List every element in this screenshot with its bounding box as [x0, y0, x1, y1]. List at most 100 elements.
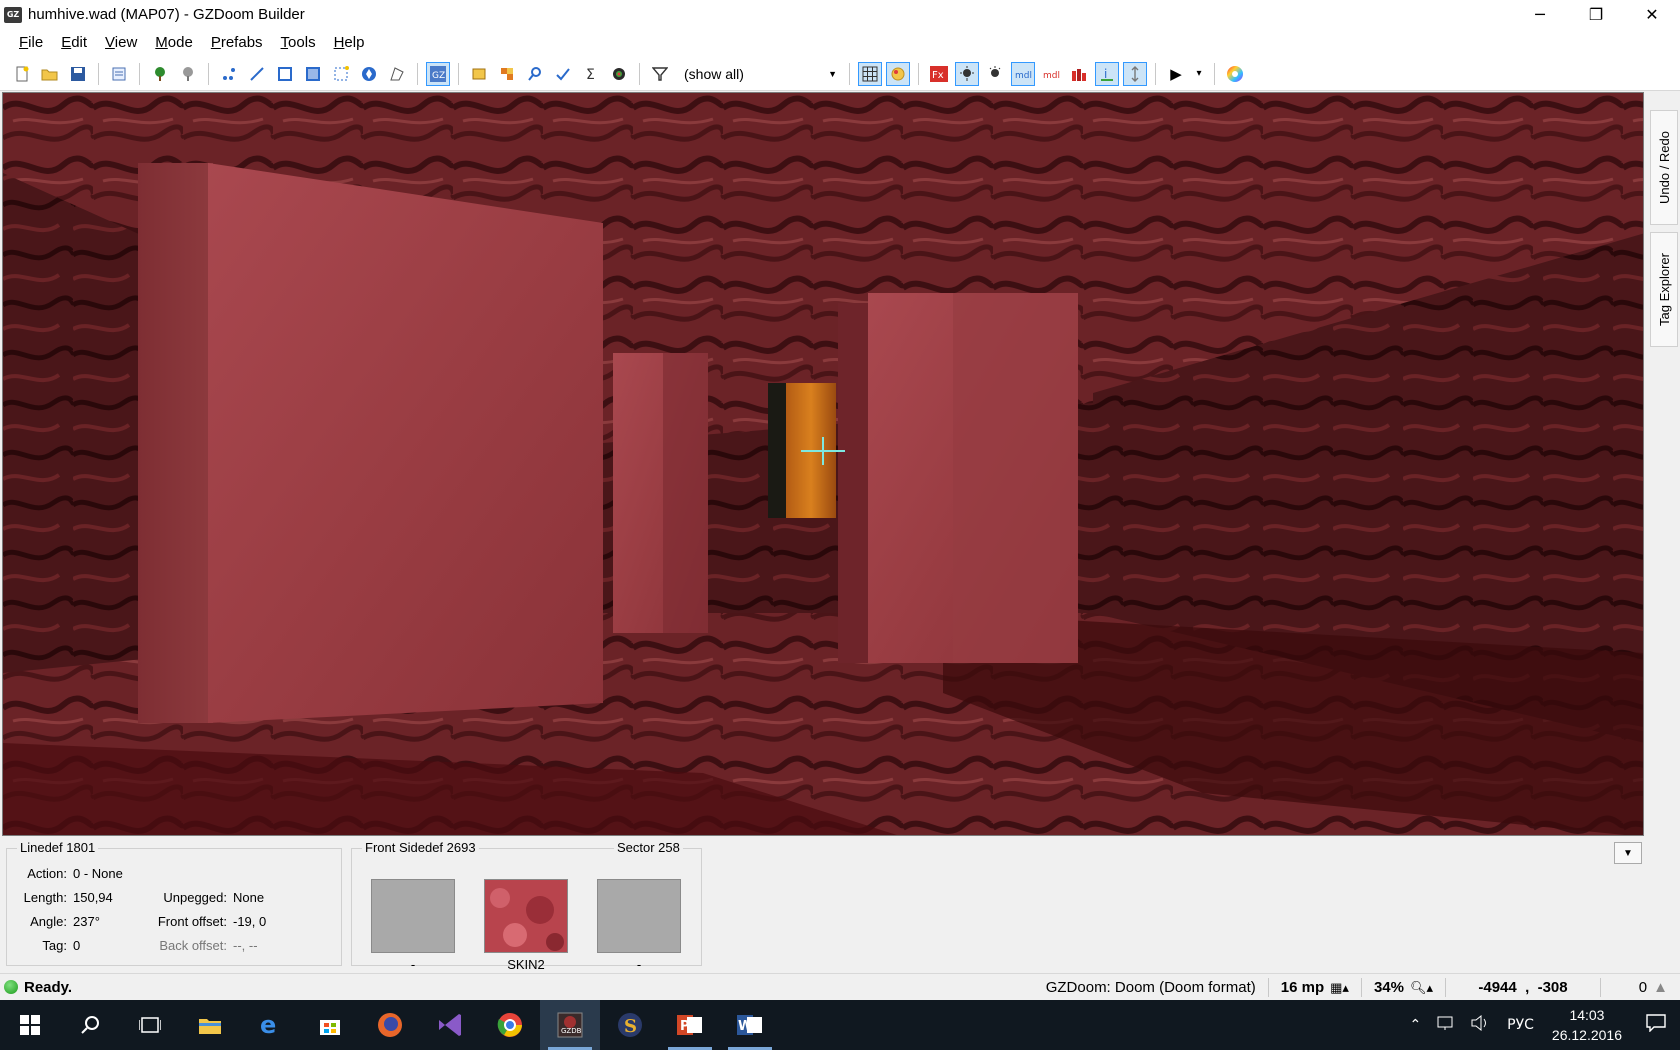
status-text: Ready. [24, 978, 73, 996]
visual-studio-icon[interactable] [420, 1000, 480, 1050]
tab-undo-redo-label: Undo / Redo [1656, 131, 1672, 204]
menu-view[interactable]: View [96, 29, 146, 57]
front-offset-value: -19, 0 [233, 914, 267, 929]
svg-text:Σ: Σ [586, 67, 595, 82]
menu-tools-accel: T [280, 34, 289, 51]
tab-tag-explorer[interactable]: Tag Explorer [1650, 232, 1678, 347]
sector-texture-preview[interactable] [597, 879, 681, 953]
svg-text:GZ: GZ [432, 71, 445, 81]
menu-tools[interactable]: Tools [272, 29, 325, 57]
task-view-icon[interactable] [120, 1000, 180, 1050]
test-map-icon[interactable]: ▶ [1164, 62, 1188, 86]
svg-text:i: i [1104, 67, 1107, 81]
status-right-group: GZDoom: Doom (Doom format) 16 mp ▦▴ 34% … [1034, 974, 1680, 1001]
minimize-button[interactable]: ─ [1512, 0, 1568, 29]
clock[interactable]: 14:03 26.12.2016 [1542, 1005, 1632, 1045]
check-map-icon[interactable] [551, 62, 575, 86]
menu-help-label: elp [344, 34, 365, 51]
menu-edit-label: dit [71, 34, 88, 51]
models-all-icon[interactable]: mdl [1011, 61, 1035, 86]
engine-info[interactable]: GZDoom: Doom (Doom format) [1034, 978, 1268, 997]
close-button[interactable]: ✕ [1624, 0, 1680, 29]
clock-date: 26.12.2016 [1551, 1027, 1622, 1043]
sectors-mode-icon[interactable] [273, 62, 297, 86]
toolbar-separator [417, 62, 418, 85]
texture-view-icon[interactable] [886, 61, 910, 86]
new-map-icon[interactable] [10, 62, 34, 86]
length-row: Length: 150,94 [7, 890, 113, 905]
chrome-icon[interactable] [480, 1000, 540, 1050]
firefox-icon[interactable] [360, 1000, 420, 1050]
sum-icon[interactable]: Σ [579, 62, 603, 86]
fx-icon[interactable]: Fx [927, 62, 951, 86]
menu-edit[interactable]: Edit [52, 29, 96, 57]
search-icon[interactable] [60, 1000, 120, 1050]
puzzle-icon[interactable] [495, 62, 519, 86]
show-hidden-icons-icon[interactable]: ⌃ [1401, 1017, 1429, 1033]
models-selected-icon[interactable]: mdl [1039, 62, 1063, 86]
select-rect-icon[interactable] [467, 62, 491, 86]
dynamic-lights-icon[interactable] [955, 61, 979, 86]
slade-icon[interactable]: S [600, 1000, 660, 1050]
edge-browser-icon[interactable]: e [240, 1000, 300, 1050]
vertices-mode-icon[interactable] [217, 62, 241, 86]
gzdoom-builder-taskbar-icon[interactable]: GZDB [540, 1000, 600, 1050]
draw-mode-icon[interactable] [329, 62, 353, 86]
menu-file[interactable]: File [10, 29, 52, 57]
middle-texture-preview[interactable] [484, 879, 568, 953]
menu-prefabs-accel: P [210, 34, 221, 51]
animated-lights-icon[interactable] [983, 62, 1007, 86]
grid-toggle-icon[interactable] [858, 61, 882, 86]
svg-text:e: e [260, 1013, 276, 1037]
things-tree-icon[interactable] [148, 62, 172, 86]
store-icon[interactable] [300, 1000, 360, 1050]
collapse-info-panel-button[interactable]: ▼ [1614, 842, 1642, 864]
gzdoom-visual-mode-icon[interactable]: GZ [426, 61, 450, 86]
test-map-dropdown-icon[interactable]: ▾ [1192, 62, 1206, 86]
length-value: 150,94 [73, 890, 113, 905]
filter-select[interactable]: (show all) ▼ [678, 63, 843, 85]
tab-undo-redo[interactable]: Undo / Redo [1650, 110, 1678, 225]
zoom-level[interactable]: 34% 🔍︎▴ [1360, 978, 1445, 997]
filter-icon[interactable] [648, 62, 672, 86]
menu-edit-accel: E [61, 34, 72, 51]
upper-texture-preview[interactable] [371, 879, 455, 953]
toolbar: GZ Σ (show all) ▼ Fx mdl mdl i ▶ ▾ [0, 57, 1680, 91]
color-wheel-icon[interactable] [1223, 62, 1247, 86]
open-map-icon[interactable] [38, 62, 62, 86]
warnings-count[interactable]: 0 ▲ [1600, 978, 1680, 997]
menu-prefabs[interactable]: Prefabs [202, 29, 272, 57]
save-map-icon[interactable] [66, 62, 90, 86]
script-editor-icon[interactable] [107, 62, 131, 86]
visual-mode-icon[interactable] [357, 62, 381, 86]
restore-button[interactable]: ❐ [1568, 0, 1624, 29]
height-icon[interactable] [1123, 61, 1147, 86]
grid-size[interactable]: 16 mp ▦▴ [1267, 978, 1361, 997]
start-icon[interactable] [0, 1000, 60, 1050]
volume-icon[interactable] [1463, 1014, 1499, 1035]
engine-info-text: GZDoom: Doom (Doom format) [1045, 979, 1256, 996]
make-sector-icon[interactable] [385, 62, 409, 86]
map-analysis-icon[interactable] [607, 62, 631, 86]
word-icon[interactable]: W [720, 1000, 780, 1050]
network-icon[interactable] [1429, 1015, 1463, 1035]
find-icon[interactable] [523, 62, 547, 86]
menu-help[interactable]: Help [325, 29, 374, 57]
input-language[interactable]: РУС [1499, 1017, 1542, 1033]
things-gray-tree-icon[interactable] [176, 62, 200, 86]
powerpoint-icon[interactable]: P [660, 1000, 720, 1050]
title-bar: GZ humhive.wad (MAP07) - GZDoom Builder … [0, 0, 1680, 29]
unpegged-label: Unpegged: [163, 890, 227, 905]
toolbar-separator [849, 62, 850, 85]
menu-mode[interactable]: Mode [146, 29, 202, 57]
right-dock-panel: Undo / Redo Tag Explorer [1650, 92, 1680, 836]
visual-mode-viewport[interactable] [2, 92, 1644, 836]
linedefs-mode-icon[interactable] [245, 62, 269, 86]
fog-icon[interactable] [1067, 62, 1091, 86]
toolbar-separator [208, 62, 209, 85]
info-panel-icon[interactable]: i [1095, 61, 1119, 86]
action-center-icon[interactable] [1632, 1014, 1680, 1036]
file-explorer-icon[interactable] [180, 1000, 240, 1050]
back-offset-label: Back offset: [159, 938, 227, 953]
sectors-fill-mode-icon[interactable] [301, 62, 325, 86]
